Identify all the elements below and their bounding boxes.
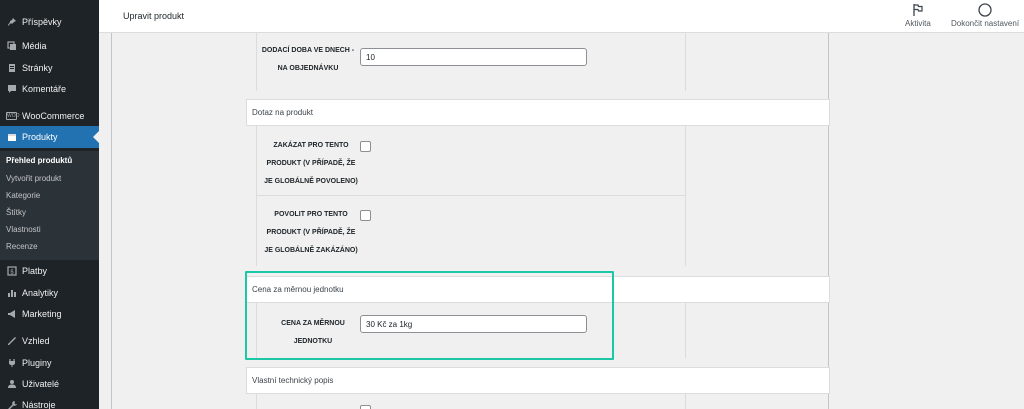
menu-item-label: WooCommerce	[22, 111, 85, 121]
menu-item-label: Platby	[22, 266, 48, 276]
menu-item-marketing[interactable]: Marketing	[0, 303, 99, 325]
menu-item-payments[interactable]: $ Platby	[0, 260, 99, 282]
submenu-item-categories[interactable]: Kategorie	[6, 191, 40, 200]
plugins-icon	[6, 358, 17, 369]
pin-icon	[6, 17, 17, 28]
marketing-icon	[6, 309, 17, 320]
comments-icon	[6, 84, 17, 95]
menu-item-media[interactable]: Média	[0, 35, 99, 57]
menu-item-products[interactable]: Produkty	[0, 126, 99, 148]
menu-item-tools[interactable]: Nástroje	[0, 394, 99, 409]
page-title: Upravit produkt	[123, 11, 185, 21]
payments-icon: $	[6, 266, 17, 277]
users-icon	[6, 379, 17, 390]
submenu-item-reviews[interactable]: Recenze	[6, 242, 38, 251]
finish-setup-label: Dokončit nastavení	[951, 19, 1020, 28]
svg-text:$: $	[10, 269, 14, 276]
disable-inquiry-label: ZAKÁZAT PRO TENTO PRODUKT (V PŘÍPADĚ, ŽE…	[264, 142, 358, 185]
menu-item-label: Média	[22, 41, 47, 51]
menu-item-label: Marketing	[22, 309, 62, 319]
section-title: Vlastní technický popis	[252, 376, 334, 385]
products-submenu: Přehled produktů Vytvořit produkt Katego…	[0, 151, 99, 260]
disable-inquiry-checkbox[interactable]	[360, 141, 371, 152]
submenu-item-all-products[interactable]: Přehled produktů	[6, 156, 72, 165]
progress-circle-icon	[978, 3, 992, 17]
section-title: Dotaz na produkt	[252, 108, 313, 117]
media-icon	[6, 41, 17, 52]
woocommerce-icon: WOO	[6, 112, 20, 120]
menu-item-label: Stránky	[22, 63, 53, 73]
admin-sidebar: Příspěvky Média Stránky Komentáře WOO Wo…	[0, 0, 99, 409]
submenu-item-tags[interactable]: Štítky	[6, 208, 26, 217]
finish-setup-button[interactable]: Dokončit nastavení	[951, 3, 1019, 28]
menu-item-label: Komentáře	[22, 84, 67, 94]
products-icon	[6, 132, 17, 143]
submenu-item-attributes[interactable]: Vlastnosti	[6, 225, 41, 234]
activity-label: Aktivita	[905, 19, 931, 28]
menu-item-appearance[interactable]: Vzhled	[0, 330, 99, 352]
technical-description-checkbox[interactable]	[360, 405, 371, 409]
row-divider	[256, 195, 686, 196]
activity-button[interactable]: Aktivita	[905, 3, 931, 28]
tools-icon	[6, 400, 17, 409]
enable-inquiry-checkbox[interactable]	[360, 210, 371, 221]
menu-item-woocommerce[interactable]: WOO WooCommerce	[0, 105, 99, 127]
pages-icon	[6, 63, 17, 74]
submenu-item-add-product[interactable]: Vytvořit produkt	[6, 174, 61, 183]
technical-description-fields	[256, 394, 686, 409]
top-header-bar: Upravit produkt Aktivita Dokončit nastav…	[99, 0, 1024, 33]
analytics-icon	[6, 288, 17, 299]
flag-icon	[912, 3, 924, 17]
menu-item-plugins[interactable]: Pluginy	[0, 352, 99, 374]
enable-inquiry-label: POVOLIT PRO TENTO PRODUKT (V PŘÍPADĚ, ŽE…	[264, 211, 358, 254]
delivery-time-label: DODACÍ DOBA VE DNECH - NA OBJEDNÁVKU	[261, 47, 355, 72]
menu-item-label: Analytiky	[22, 288, 59, 298]
menu-item-pages[interactable]: Stránky	[0, 57, 99, 79]
delivery-time-input[interactable]: 10	[360, 48, 587, 66]
section-header-product-inquiry: Dotaz na produkt	[246, 99, 830, 126]
menu-item-label: Uživatelé	[22, 379, 60, 389]
menu-item-label: Nástroje	[22, 400, 56, 409]
menu-item-label: Vzhled	[22, 336, 50, 346]
menu-item-label: Produkty	[22, 132, 58, 142]
appearance-icon	[6, 336, 17, 347]
highlight-annotation-box	[245, 271, 614, 360]
menu-item-analytics[interactable]: Analytiky	[0, 282, 99, 304]
section-header-technical-description: Vlastní technický popis	[246, 367, 830, 394]
menu-item-users[interactable]: Uživatelé	[0, 373, 99, 395]
menu-item-comments[interactable]: Komentáře	[0, 78, 99, 100]
menu-item-label: Pluginy	[22, 358, 52, 368]
menu-item-label: Příspěvky	[22, 17, 62, 27]
menu-item-posts[interactable]: Příspěvky	[0, 11, 99, 33]
